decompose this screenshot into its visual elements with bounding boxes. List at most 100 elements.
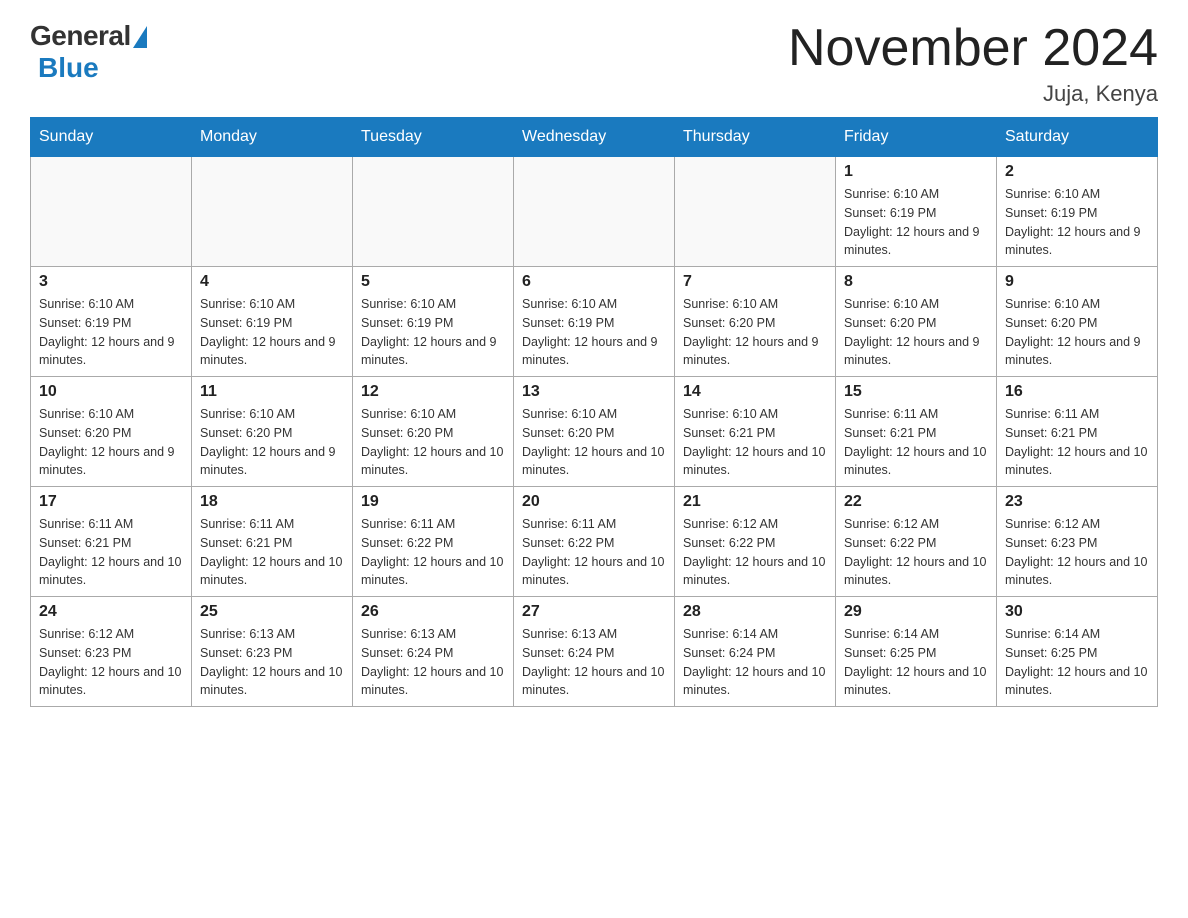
- calendar-cell: [192, 157, 353, 267]
- day-info: Sunrise: 6:12 AMSunset: 6:22 PMDaylight:…: [683, 515, 827, 590]
- logo-general-text: General: [30, 20, 131, 52]
- calendar-week-5: 24 Sunrise: 6:12 AMSunset: 6:23 PMDayligh…: [31, 597, 1158, 707]
- day-number: 16: [1005, 383, 1149, 401]
- day-number: 1: [844, 163, 988, 181]
- day-info: Sunrise: 6:11 AMSunset: 6:21 PMDaylight:…: [1005, 405, 1149, 480]
- calendar-cell: 8 Sunrise: 6:10 AMSunset: 6:20 PMDaylight…: [836, 267, 997, 377]
- calendar-cell: 3Sunrise: 6:10 AMSunset: 6:19 PMDaylight…: [31, 267, 192, 377]
- calendar-week-3: 10 Sunrise: 6:10 AMSunset: 6:20 PMDayligh…: [31, 377, 1158, 487]
- day-info: Sunrise: 6:14 AMSunset: 6:25 PMDaylight:…: [844, 625, 988, 700]
- day-number: 14: [683, 383, 827, 401]
- calendar-cell: 24 Sunrise: 6:12 AMSunset: 6:23 PMDayligh…: [31, 597, 192, 707]
- calendar-header-thursday: Thursday: [675, 118, 836, 157]
- day-info: Sunrise: 6:10 AMSunset: 6:20 PMDaylight:…: [39, 405, 183, 480]
- calendar-cell: 22 Sunrise: 6:12 AMSunset: 6:22 PMDayligh…: [836, 487, 997, 597]
- day-number: 6: [522, 273, 666, 291]
- calendar-week-4: 17 Sunrise: 6:11 AMSunset: 6:21 PMDayligh…: [31, 487, 1158, 597]
- calendar-cell: 25 Sunrise: 6:13 AMSunset: 6:23 PMDayligh…: [192, 597, 353, 707]
- calendar-cell: 20 Sunrise: 6:11 AMSunset: 6:22 PMDayligh…: [514, 487, 675, 597]
- day-number: 20: [522, 493, 666, 511]
- location: Juja, Kenya: [788, 81, 1158, 107]
- day-info: Sunrise: 6:14 AMSunset: 6:25 PMDaylight:…: [1005, 625, 1149, 700]
- day-number: 10: [39, 383, 183, 401]
- title-block: November 2024 Juja, Kenya: [788, 20, 1158, 107]
- day-info: Sunrise: 6:13 AMSunset: 6:24 PMDaylight:…: [361, 625, 505, 700]
- day-info: Sunrise: 6:12 AMSunset: 6:22 PMDaylight:…: [844, 515, 988, 590]
- calendar-header-tuesday: Tuesday: [353, 118, 514, 157]
- day-number: 9: [1005, 273, 1149, 291]
- day-info: Sunrise: 6:10 AMSunset: 6:19 PMDaylight:…: [200, 295, 344, 370]
- day-info: Sunrise: 6:12 AMSunset: 6:23 PMDaylight:…: [39, 625, 183, 700]
- calendar-cell: 19 Sunrise: 6:11 AMSunset: 6:22 PMDayligh…: [353, 487, 514, 597]
- calendar-cell: 27Sunrise: 6:13 AMSunset: 6:24 PMDayligh…: [514, 597, 675, 707]
- day-info: Sunrise: 6:10 AMSunset: 6:19 PMDaylight:…: [522, 295, 666, 370]
- day-number: 7: [683, 273, 827, 291]
- logo-blue-text: Blue: [38, 52, 99, 83]
- day-info: Sunrise: 6:10 AMSunset: 6:20 PMDaylight:…: [522, 405, 666, 480]
- calendar-header-monday: Monday: [192, 118, 353, 157]
- day-info: Sunrise: 6:10 AMSunset: 6:19 PMDaylight:…: [361, 295, 505, 370]
- calendar-cell: 16 Sunrise: 6:11 AMSunset: 6:21 PMDayligh…: [997, 377, 1158, 487]
- calendar-header-saturday: Saturday: [997, 118, 1158, 157]
- calendar-cell: 5 Sunrise: 6:10 AMSunset: 6:19 PMDaylight…: [353, 267, 514, 377]
- calendar-week-2: 3 Sunrise: 6:10 AMSunset: 6:19 PMDaylight…: [31, 267, 1158, 377]
- calendar-cell: 18Sunrise: 6:11 AMSunset: 6:21 PMDayligh…: [192, 487, 353, 597]
- day-number: 11: [200, 383, 344, 401]
- day-number: 29: [844, 603, 988, 621]
- day-number: 8: [844, 273, 988, 291]
- calendar-cell: 4 Sunrise: 6:10 AMSunset: 6:19 PMDaylight…: [192, 267, 353, 377]
- calendar-cell: 21 Sunrise: 6:12 AMSunset: 6:22 PMDayligh…: [675, 487, 836, 597]
- day-number: 17: [39, 493, 183, 511]
- calendar-header-wednesday: Wednesday: [514, 118, 675, 157]
- calendar-cell: [31, 157, 192, 267]
- calendar-cell: 15Sunrise: 6:11 AMSunset: 6:21 PMDayligh…: [836, 377, 997, 487]
- calendar-cell: 26Sunrise: 6:13 AMSunset: 6:24 PMDayligh…: [353, 597, 514, 707]
- calendar-cell: [675, 157, 836, 267]
- day-info: Sunrise: 6:11 AMSunset: 6:21 PMDaylight:…: [200, 515, 344, 590]
- calendar-cell: 1Sunrise: 6:10 AMSunset: 6:19 PMDaylight…: [836, 157, 997, 267]
- calendar-cell: 12 Sunrise: 6:10 AMSunset: 6:20 PMDayligh…: [353, 377, 514, 487]
- day-number: 4: [200, 273, 344, 291]
- day-number: 3: [39, 273, 183, 291]
- calendar-cell: [353, 157, 514, 267]
- calendar-week-1: 1 Sunrise: 6:10 AMSunset: 6:19 PMDaylight…: [31, 157, 1158, 267]
- day-number: 22: [844, 493, 988, 511]
- calendar-cell: [514, 157, 675, 267]
- day-number: 5: [361, 273, 505, 291]
- day-info: Sunrise: 6:14 AMSunset: 6:24 PMDaylight:…: [683, 625, 827, 700]
- calendar-cell: 14Sunrise: 6:10 AMSunset: 6:21 PMDayligh…: [675, 377, 836, 487]
- day-number: 2: [1005, 163, 1149, 181]
- calendar-header-friday: Friday: [836, 118, 997, 157]
- day-number: 30: [1005, 603, 1149, 621]
- calendar-cell: 30 Sunrise: 6:14 AMSunset: 6:25 PMDayligh…: [997, 597, 1158, 707]
- day-info: Sunrise: 6:11 AMSunset: 6:22 PMDaylight:…: [522, 515, 666, 590]
- calendar-cell: 13Sunrise: 6:10 AMSunset: 6:20 PMDayligh…: [514, 377, 675, 487]
- day-number: 25: [200, 603, 344, 621]
- calendar-cell: 29 Sunrise: 6:14 AMSunset: 6:25 PMDayligh…: [836, 597, 997, 707]
- day-info: Sunrise: 6:11 AMSunset: 6:22 PMDaylight:…: [361, 515, 505, 590]
- calendar-cell: 11 Sunrise: 6:10 AMSunset: 6:20 PMDayligh…: [192, 377, 353, 487]
- day-number: 21: [683, 493, 827, 511]
- page-header: General Blue November 2024 Juja, Kenya: [30, 20, 1158, 107]
- day-number: 24: [39, 603, 183, 621]
- calendar-cell: 17Sunrise: 6:11 AMSunset: 6:21 PMDayligh…: [31, 487, 192, 597]
- day-info: Sunrise: 6:10 AMSunset: 6:20 PMDaylight:…: [683, 295, 827, 370]
- day-info: Sunrise: 6:10 AMSunset: 6:19 PMDaylight:…: [1005, 185, 1149, 260]
- day-info: Sunrise: 6:10 AMSunset: 6:20 PMDaylight:…: [1005, 295, 1149, 370]
- day-info: Sunrise: 6:10 AMSunset: 6:20 PMDaylight:…: [200, 405, 344, 480]
- day-info: Sunrise: 6:10 AMSunset: 6:20 PMDaylight:…: [844, 295, 988, 370]
- day-number: 28: [683, 603, 827, 621]
- calendar-header-sunday: Sunday: [31, 118, 192, 157]
- day-number: 15: [844, 383, 988, 401]
- day-info: Sunrise: 6:10 AMSunset: 6:20 PMDaylight:…: [361, 405, 505, 480]
- calendar-cell: 10 Sunrise: 6:10 AMSunset: 6:20 PMDayligh…: [31, 377, 192, 487]
- day-number: 19: [361, 493, 505, 511]
- day-number: 27: [522, 603, 666, 621]
- calendar-table: SundayMondayTuesdayWednesdayThursdayFrid…: [30, 117, 1158, 707]
- logo-triangle-icon: [133, 26, 147, 48]
- day-number: 12: [361, 383, 505, 401]
- calendar-header-row: SundayMondayTuesdayWednesdayThursdayFrid…: [31, 118, 1158, 157]
- day-info: Sunrise: 6:13 AMSunset: 6:23 PMDaylight:…: [200, 625, 344, 700]
- calendar-cell: 6 Sunrise: 6:10 AMSunset: 6:19 PMDaylight…: [514, 267, 675, 377]
- calendar-cell: 7 Sunrise: 6:10 AMSunset: 6:20 PMDaylight…: [675, 267, 836, 377]
